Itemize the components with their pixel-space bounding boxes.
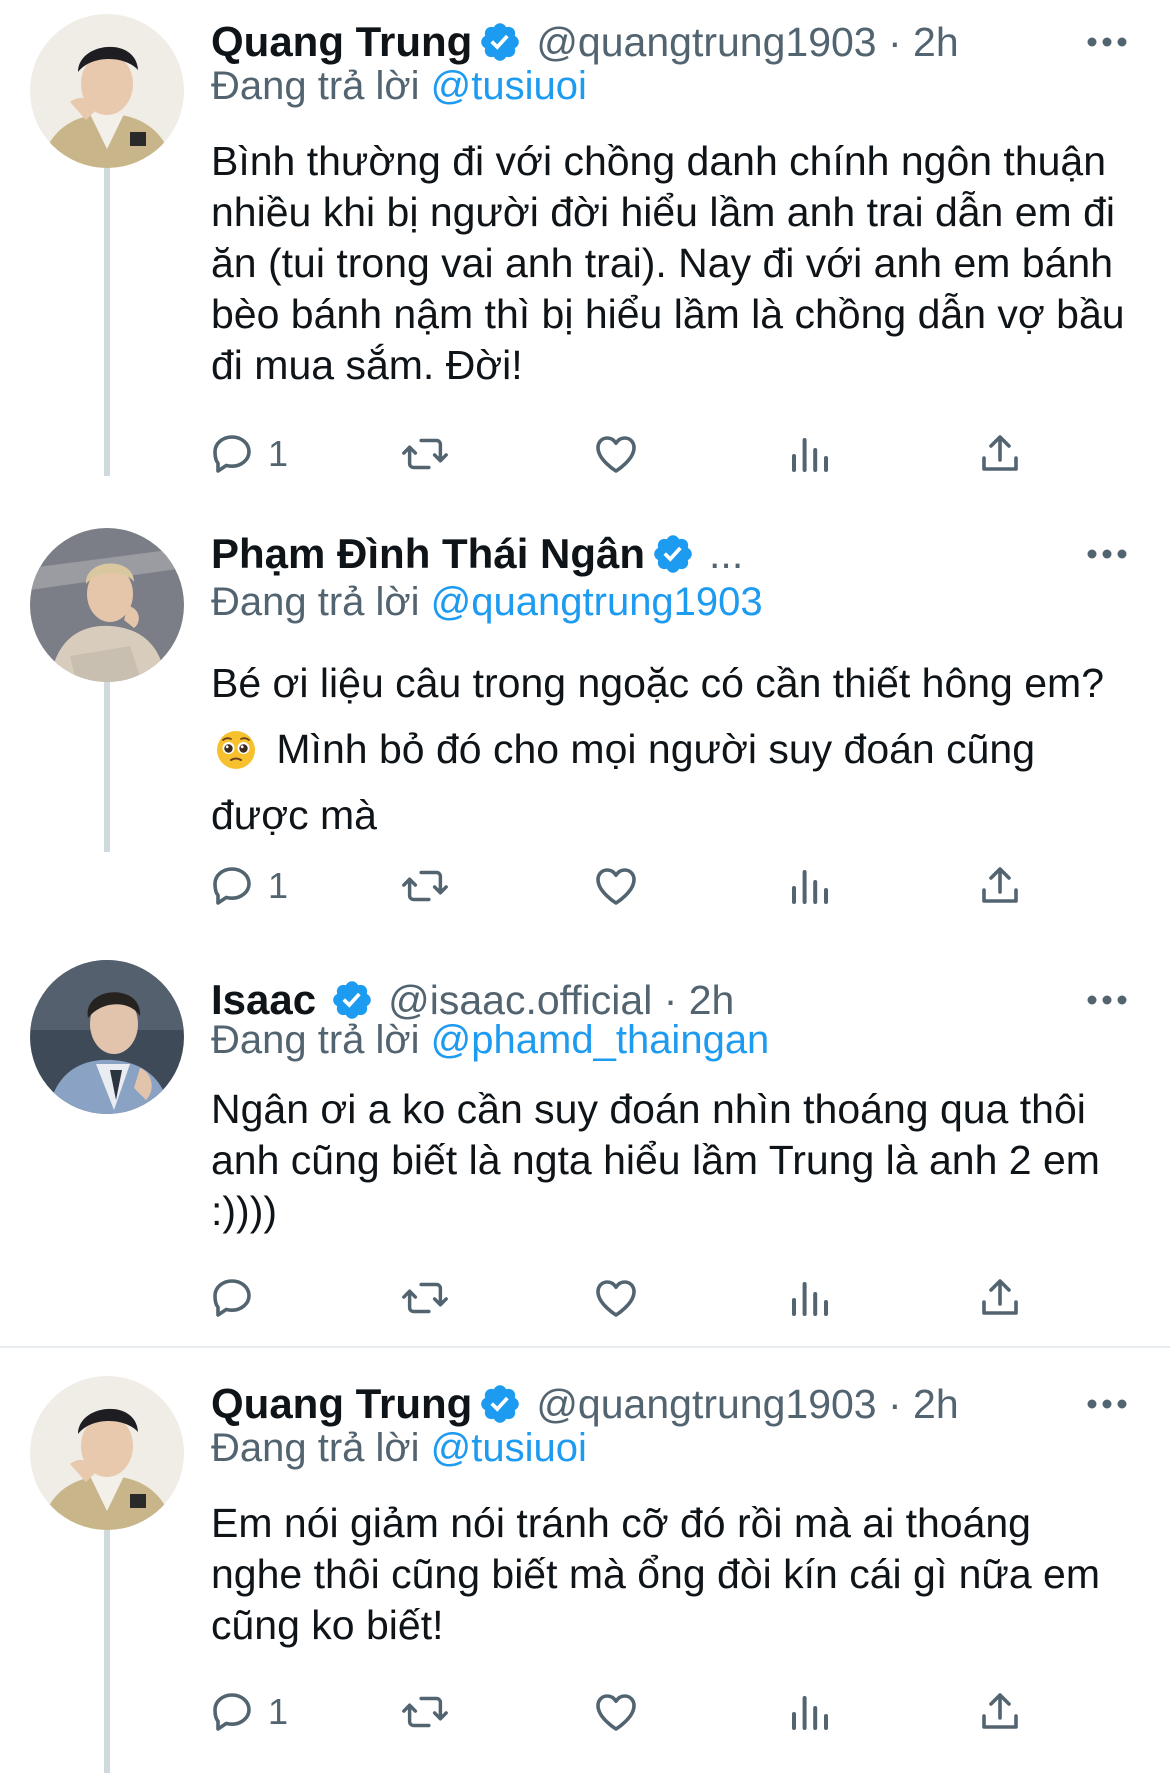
share-upload-icon [982, 1693, 1018, 1729]
retweet-button[interactable] [400, 1268, 450, 1328]
handle-and-time[interactable]: ... [709, 531, 743, 578]
analytics-button[interactable] [786, 1682, 834, 1742]
replying-prefix: Đang trả lời [211, 1426, 420, 1470]
handle-and-time[interactable]: @quangtrung1903 · 2h [536, 19, 958, 66]
three-dots-icon [1087, 995, 1127, 1005]
three-dots-icon [1087, 37, 1127, 47]
tweet-header: Quang Trung @quangtrung1903 · 2h [211, 1376, 1040, 1432]
speech-bubble-icon [213, 435, 251, 473]
avatar[interactable] [30, 960, 184, 1114]
share-button[interactable] [976, 856, 1024, 916]
more-options-button[interactable] [1084, 534, 1130, 574]
avatar[interactable] [30, 1376, 184, 1530]
heart-icon [596, 436, 636, 473]
three-dots-icon [1087, 1399, 1127, 1409]
reply-mention-link[interactable]: @tusiuoi [431, 1426, 587, 1470]
reply-count: 1 [268, 865, 289, 906]
tweet-text: Em nói giảm nói tránh cỡ đó rồi mà ai th… [211, 1500, 1101, 1648]
share-upload-icon [982, 867, 1018, 903]
bar-chart-icon [792, 1696, 828, 1730]
replying-to: Đang trả lời @phamd_thaingan [211, 1018, 769, 1063]
retweet-arrows-icon [402, 1696, 448, 1728]
tweet-text: Ngân ơi a ko cần suy đoán nhìn thoáng qu… [211, 1086, 1100, 1234]
retweet-arrows-icon [402, 870, 448, 902]
share-button[interactable] [976, 1268, 1024, 1328]
verified-badge-icon [330, 978, 374, 1022]
action-bar [208, 1268, 1068, 1328]
tweet[interactable]: Phạm Đình Thái Ngân ... Đang trả lời @qu… [0, 516, 1170, 926]
reply-mention-link[interactable]: @tusiuoi [431, 64, 587, 108]
more-options-button[interactable] [1084, 22, 1130, 62]
handle-and-time[interactable]: @isaac.official · 2h [388, 977, 734, 1024]
analytics-button[interactable] [786, 424, 834, 484]
handle-and-time[interactable]: @quangtrung1903 · 2h [536, 1381, 958, 1428]
reply-count: 1 [268, 1691, 289, 1732]
retweet-arrows-icon [402, 1282, 448, 1314]
tweet[interactable]: Quang Trung @quangtrung1903 · 2h Đang tr… [0, 0, 1170, 474]
tweet-header: Quang Trung @quangtrung1903 · 2h [211, 14, 1040, 70]
tweet-divider [0, 1346, 1170, 1348]
verified-badge-icon [651, 532, 695, 576]
avatar[interactable] [30, 528, 184, 682]
reply-mention-link[interactable]: @phamd_thaingan [431, 1018, 770, 1062]
like-button[interactable] [592, 1268, 640, 1328]
tweet-header: Phạm Đình Thái Ngân ... [211, 526, 1040, 582]
more-options-button[interactable] [1084, 1384, 1130, 1424]
replying-prefix: Đang trả lời [211, 580, 420, 624]
heart-icon [596, 1280, 636, 1317]
like-button[interactable] [592, 1682, 640, 1742]
heart-icon [596, 868, 636, 905]
replying-to: Đang trả lời @quangtrung1903 [211, 580, 763, 625]
action-bar: 1 [208, 1682, 1068, 1742]
three-dots-icon [1087, 549, 1127, 559]
reply-mention-link[interactable]: @quangtrung1903 [431, 580, 763, 624]
action-bar: 1 [208, 424, 1068, 484]
tweet[interactable]: Isaac @isaac.official · 2h Đang trả lời … [0, 948, 1170, 1338]
more-options-button[interactable] [1084, 980, 1130, 1020]
bar-chart-icon [792, 870, 828, 904]
bar-chart-icon [792, 1282, 828, 1316]
share-button[interactable] [976, 424, 1024, 484]
display-name[interactable]: Phạm Đình Thái Ngân [211, 530, 645, 578]
replying-prefix: Đang trả lời [211, 1018, 420, 1062]
analytics-button[interactable] [786, 1268, 834, 1328]
share-button[interactable] [976, 1682, 1024, 1742]
pleading-face-emoji [215, 724, 257, 769]
bar-chart-icon [792, 438, 828, 472]
analytics-button[interactable] [786, 856, 834, 916]
reply-count: 1 [268, 433, 289, 474]
verified-badge-icon [478, 20, 522, 64]
reply-button[interactable] [208, 1268, 268, 1328]
reply-button[interactable]: 1 [208, 424, 288, 484]
display-name[interactable]: Quang Trung [211, 1380, 472, 1428]
tweet-text: Bé ơi liệu câu trong ngoặc có cần thiết … [211, 650, 1131, 848]
verified-badge-icon [478, 1382, 522, 1426]
action-bar: 1 [208, 856, 1068, 916]
display-name[interactable]: Quang Trung [211, 18, 472, 66]
tweet-text-part: Mình bỏ đó cho mọi người suy đoán cũng đ… [211, 726, 1036, 838]
replying-to: Đang trả lời @tusiuoi [211, 64, 587, 109]
speech-bubble-icon [213, 1279, 251, 1317]
share-upload-icon [982, 435, 1018, 471]
tweet-text-part: Bé ơi liệu câu trong ngoặc có cần thiết … [211, 660, 1105, 706]
speech-bubble-icon [213, 867, 251, 905]
replying-to: Đang trả lời @tusiuoi [211, 1426, 587, 1471]
share-upload-icon [982, 1279, 1018, 1315]
reply-button[interactable]: 1 [208, 856, 288, 916]
reply-button[interactable]: 1 [208, 1682, 288, 1742]
avatar[interactable] [30, 14, 184, 168]
like-button[interactable] [592, 424, 640, 484]
retweet-button[interactable] [400, 424, 450, 484]
tweet-text: Bình thường đi với chồng danh chính ngôn… [211, 138, 1125, 388]
tweet[interactable]: Quang Trung @quangtrung1903 · 2h Đang tr… [0, 1362, 1170, 1773]
retweet-arrows-icon [402, 438, 448, 470]
heart-icon [596, 1694, 636, 1731]
speech-bubble-icon [213, 1693, 251, 1731]
retweet-button[interactable] [400, 856, 450, 916]
like-button[interactable] [592, 856, 640, 916]
display-name[interactable]: Isaac [211, 976, 316, 1024]
replying-prefix: Đang trả lời [211, 64, 420, 108]
retweet-button[interactable] [400, 1682, 450, 1742]
